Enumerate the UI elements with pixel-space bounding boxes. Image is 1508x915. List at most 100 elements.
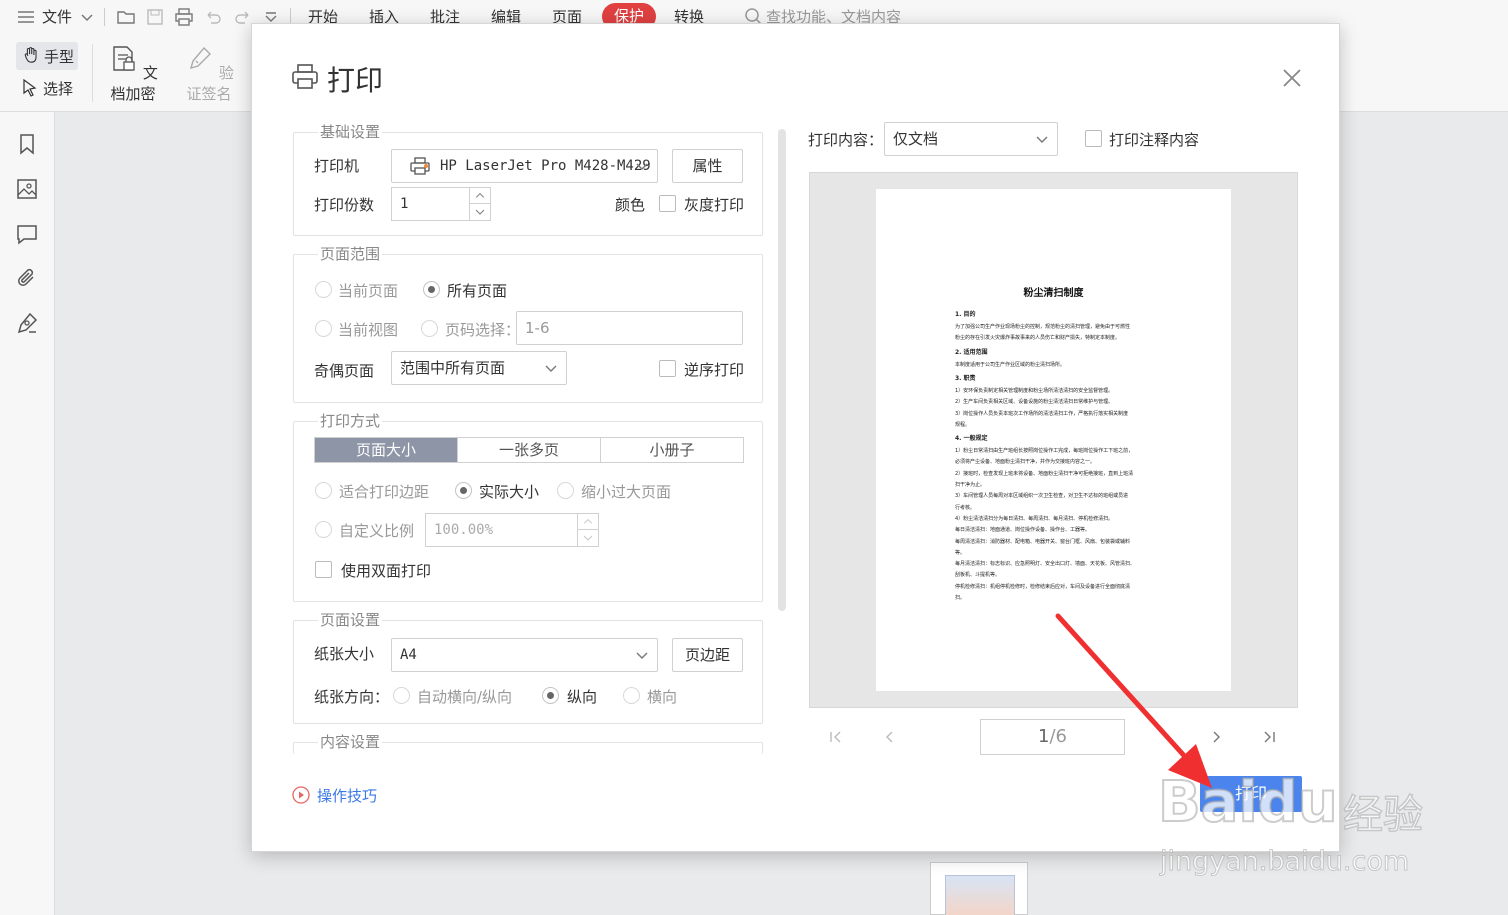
left-sidebar bbox=[0, 112, 55, 915]
bookmark-icon[interactable] bbox=[15, 132, 39, 156]
next-page-icon[interactable] bbox=[1208, 729, 1224, 745]
chevron-down-icon bbox=[636, 163, 648, 170]
preview-page: 粉尘清扫制度 1. 目的 为了加强公司生产作业现场粉尘的控制，规范粉尘的清扫管理，… bbox=[876, 189, 1231, 691]
divider bbox=[92, 44, 93, 102]
image-icon[interactable] bbox=[15, 177, 39, 201]
hand-label: 手型 bbox=[44, 48, 75, 66]
duplex-label: 使用双面打印 bbox=[341, 562, 432, 580]
hand-tool[interactable]: 手型 bbox=[16, 42, 78, 70]
chevron-down-icon bbox=[545, 365, 557, 372]
properties-button[interactable]: 属性 bbox=[672, 149, 743, 183]
settings-scrollbar[interactable] bbox=[778, 129, 786, 611]
stepper-up-icon[interactable] bbox=[578, 514, 598, 530]
custom-scale-radio[interactable] bbox=[315, 521, 332, 538]
preview-text-line: 每周清洁清扫：消防器材、配电箱、电器开关、窗台门框、风扇、包装袋或辅料 bbox=[955, 538, 1131, 545]
print-dialog: 打印 基础设置 打印机 HP LaserJet Pro M428-M429 属性… bbox=[251, 23, 1340, 852]
print-button[interactable]: 打印 bbox=[1200, 776, 1302, 812]
custom-scale-stepper[interactable]: 100.00% bbox=[425, 513, 599, 547]
reverse-checkbox[interactable] bbox=[659, 360, 676, 377]
grayscale-checkbox[interactable] bbox=[659, 195, 676, 212]
landscape-radio[interactable] bbox=[623, 687, 640, 704]
print-content-select[interactable]: 仅文档 bbox=[884, 122, 1058, 156]
preview-heading-line: 4. 一般规定 bbox=[955, 435, 988, 443]
stepper-down-icon[interactable] bbox=[470, 204, 490, 220]
print-mode-tabs: 页面大小 一张多页 小册子 bbox=[314, 437, 744, 463]
fit-margin-radio[interactable] bbox=[315, 482, 332, 499]
preview-text-line: 刮板机、斗提机等。 bbox=[955, 572, 1001, 579]
basic-settings-group: 基础设置 打印机 HP LaserJet Pro M428-M429 属性 打印… bbox=[293, 121, 763, 236]
current-view-radio[interactable] bbox=[315, 320, 332, 337]
prev-page-icon[interactable] bbox=[882, 729, 898, 745]
printer-value: HP LaserJet Pro M428-M429 bbox=[440, 158, 651, 174]
stepper-arrows bbox=[469, 188, 490, 220]
custom-scale-label: 自定义比例 bbox=[339, 522, 415, 540]
preview-text-line: 1）粉尘日常清扫由生产班组长按照岗位操作工完成，每班岗位操作工下班之前， bbox=[955, 448, 1134, 455]
tab-booklet[interactable]: 小册子 bbox=[601, 438, 743, 462]
preview-text-line: 规程。 bbox=[955, 421, 971, 428]
file-menu[interactable]: 文件 bbox=[42, 6, 72, 27]
preview-text-line: 每月清洁清扫：标志标识、应急照明灯、安全出口灯、墙面、天花板、风管清扫、 bbox=[955, 561, 1136, 568]
actual-size-radio[interactable] bbox=[455, 482, 472, 499]
tab-multi-page[interactable]: 一张多页 bbox=[458, 438, 601, 462]
preview-text-line: 3）车间管理人员每周对本区域组织一次卫生检查，对卫生不达标的班组或员进 bbox=[955, 493, 1129, 500]
comment-icon[interactable] bbox=[15, 222, 39, 246]
total-page-number: 6 bbox=[1055, 726, 1067, 747]
odd-even-select[interactable]: 范围中所有页面 bbox=[391, 351, 567, 385]
stepper-down-icon[interactable] bbox=[578, 530, 598, 546]
signature-pen-icon[interactable] bbox=[15, 311, 39, 335]
save-icon[interactable] bbox=[145, 7, 165, 27]
tab-page-size[interactable]: 页面大小 bbox=[315, 438, 458, 462]
chevron-down-icon[interactable] bbox=[80, 7, 94, 27]
preview-text-line: 扫干净为止。 bbox=[955, 482, 986, 488]
paper-size-select[interactable]: A4 bbox=[391, 638, 658, 672]
current-page-radio[interactable] bbox=[315, 281, 332, 298]
page-range-group: 页面范围 当前页面 所有页面 当前视图 页码选择： 1-6 奇偶页面 范围中所有… bbox=[293, 243, 763, 403]
page-range-input[interactable]: 1-6 bbox=[516, 311, 743, 345]
hamburger-icon[interactable] bbox=[16, 7, 36, 27]
attachment-icon[interactable] bbox=[15, 266, 39, 290]
encrypt-button[interactable]: 文档加密 bbox=[102, 44, 164, 104]
preview-text-line: 粉尘的存在引发火灾爆炸事故事来的人员伤亡和财产损失，特制定本制度。 bbox=[955, 335, 1121, 342]
preview-heading-line: 2. 适用范围 bbox=[955, 348, 988, 356]
tips-link[interactable]: 操作技巧 bbox=[317, 785, 377, 806]
auto-orientation-radio[interactable] bbox=[393, 687, 410, 704]
print-annotations-checkbox[interactable] bbox=[1085, 130, 1102, 147]
printer-select[interactable]: HP LaserJet Pro M428-M429 bbox=[391, 149, 658, 183]
open-folder-icon[interactable] bbox=[116, 7, 136, 27]
verify-sign-button[interactable]: 验证签名 bbox=[178, 44, 240, 104]
duplex-checkbox[interactable] bbox=[315, 561, 332, 578]
group-title: 打印方式 bbox=[318, 410, 383, 431]
undo-icon[interactable] bbox=[203, 7, 223, 27]
page-indicator[interactable]: 1/6 bbox=[980, 719, 1125, 755]
last-page-icon[interactable] bbox=[1261, 729, 1277, 745]
portrait-radio[interactable] bbox=[542, 687, 559, 704]
printer-label: 打印机 bbox=[314, 157, 360, 175]
print-mode-group: 打印方式 页面大小 一张多页 小册子 适合打印边距 实际大小 缩小过大页面 自定… bbox=[293, 410, 763, 602]
dialog-title: 打印 bbox=[327, 64, 384, 97]
landscape-label: 横向 bbox=[647, 688, 678, 706]
group-title: 内容设置 bbox=[318, 731, 383, 752]
print-icon[interactable] bbox=[174, 7, 194, 27]
fit-margin-label: 适合打印边距 bbox=[339, 483, 430, 501]
color-label: 颜色 bbox=[615, 196, 646, 214]
stepper-arrows bbox=[577, 514, 598, 546]
print-content-label: 打印内容： bbox=[808, 131, 884, 149]
print-preview: 粉尘清扫制度 1. 目的 为了加强公司生产作业现场粉尘的控制，规范粉尘的清扫管理，… bbox=[809, 172, 1298, 708]
pen-sign-icon bbox=[190, 46, 212, 70]
copies-stepper[interactable]: 1 bbox=[391, 187, 491, 221]
preview-heading-line: 3. 职责 bbox=[955, 374, 976, 382]
play-tips-icon bbox=[292, 786, 310, 804]
first-page-icon[interactable] bbox=[828, 729, 844, 745]
paper-size-label: 纸张大小 bbox=[314, 645, 375, 663]
paper-size-value: A4 bbox=[400, 647, 417, 663]
page-thumbnail[interactable] bbox=[930, 862, 1028, 915]
margins-button[interactable]: 页边距 bbox=[672, 638, 743, 672]
shrink-large-radio[interactable] bbox=[557, 482, 574, 499]
stepper-up-icon[interactable] bbox=[470, 188, 490, 204]
redo-icon[interactable] bbox=[233, 7, 253, 27]
close-icon[interactable] bbox=[1280, 66, 1304, 90]
hand-icon bbox=[24, 47, 37, 63]
all-pages-radio[interactable] bbox=[423, 281, 440, 298]
preview-text-line: 扫。 bbox=[955, 595, 966, 601]
page-select-radio[interactable] bbox=[421, 320, 438, 337]
